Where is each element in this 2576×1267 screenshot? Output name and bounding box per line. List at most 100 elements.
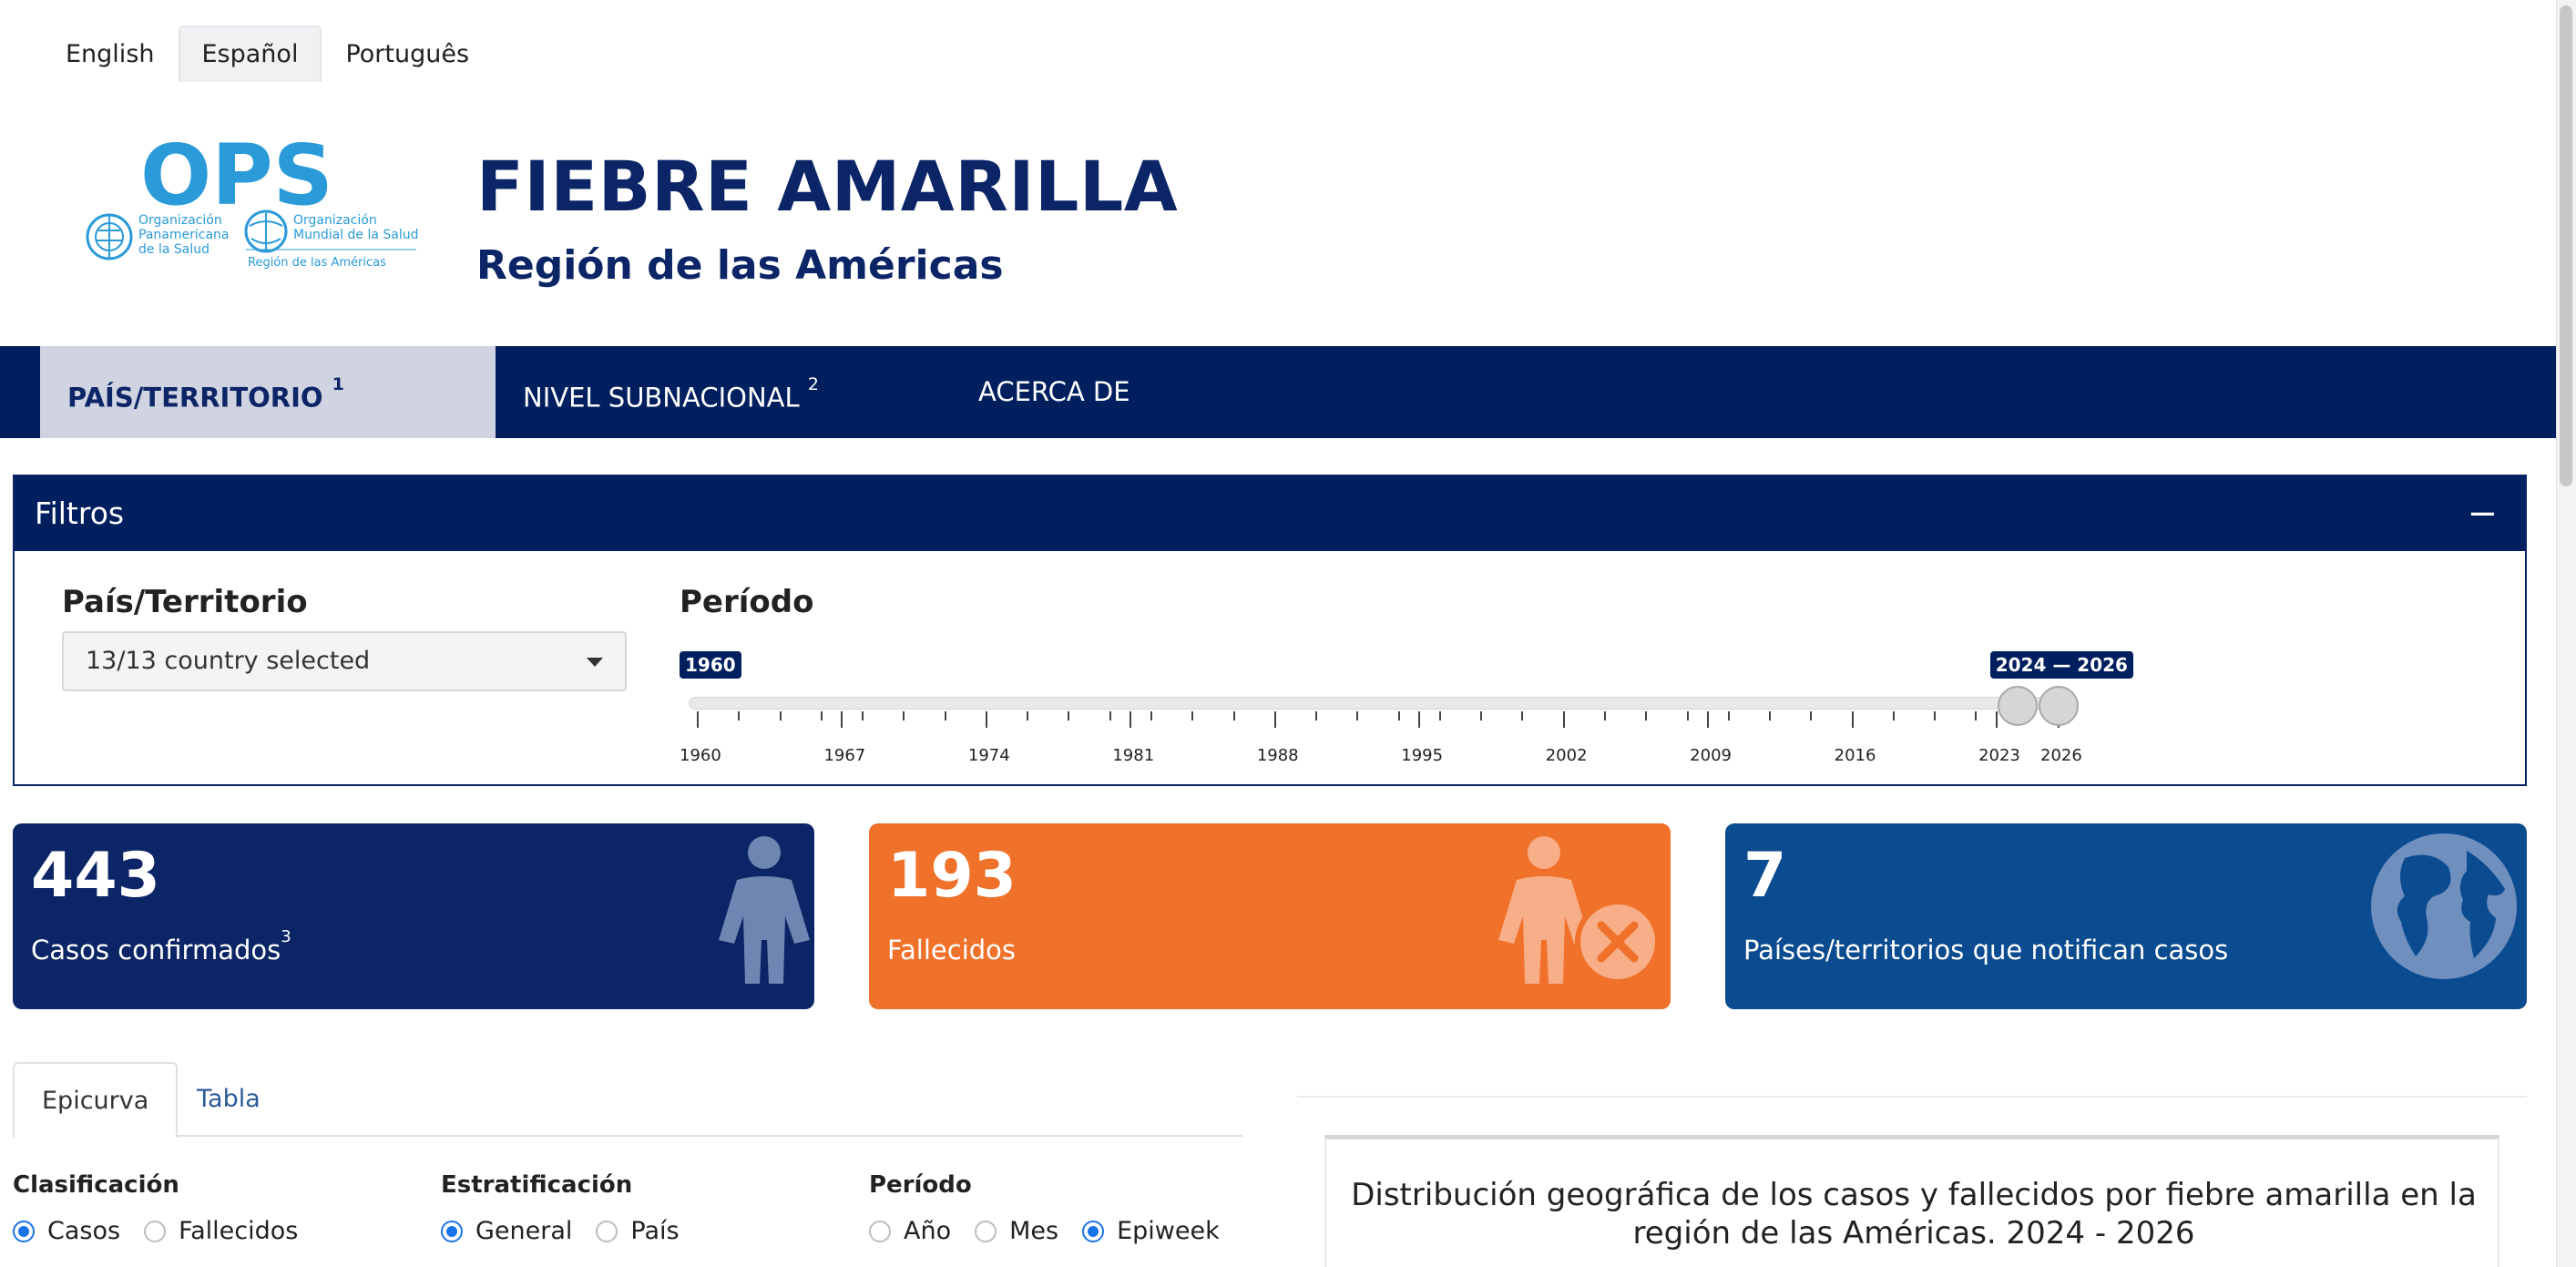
- radio-general-label: General: [475, 1217, 573, 1245]
- radio-fallecidos[interactable]: Fallecidos: [144, 1217, 298, 1245]
- language-tabs: English Español Português: [42, 26, 493, 84]
- tab-tabla[interactable]: Tabla: [169, 1062, 288, 1139]
- who-emblem-icon: [244, 209, 288, 253]
- minus-icon[interactable]: −: [2467, 476, 2498, 551]
- lang-portugues[interactable]: Português: [322, 26, 493, 82]
- kpi-casos-value: 443: [31, 840, 160, 912]
- radio-pais-label: País: [630, 1217, 680, 1245]
- map-title: Distribución geográfica de los casos y f…: [1326, 1176, 2501, 1252]
- scrollbar-thumb[interactable]: [2560, 5, 2572, 486]
- slider-minor-tick: [1521, 711, 1524, 720]
- radio-ano[interactable]: Año: [869, 1217, 951, 1245]
- slider-minor-tick: [1068, 711, 1070, 720]
- slider-major-tick: [697, 711, 699, 728]
- slider-minor-tick: [1810, 711, 1813, 720]
- lang-english[interactable]: English: [42, 26, 179, 82]
- kpi-casos-caption: Casos confirmados3: [31, 927, 291, 966]
- slider-track[interactable]: [689, 697, 2060, 710]
- slider-tick-label: 1960: [680, 746, 721, 765]
- slider-minor-tick: [944, 711, 946, 720]
- slider-major-tick: [841, 711, 843, 728]
- tab-nivel-subnacional[interactable]: NIVEL SUBNACIONAL 2: [496, 346, 933, 438]
- filters-title: Filtros: [35, 496, 125, 531]
- radio-epiweek-dot[interactable]: [1082, 1220, 1105, 1242]
- slider-minor-tick: [1727, 711, 1730, 720]
- radio-mes-dot[interactable]: [975, 1220, 997, 1242]
- slider-minor-tick: [1934, 711, 1937, 720]
- logo-org2-line2: Mundial de la Salud: [293, 228, 419, 242]
- ops-logo: OPS Organización Panamericana de la Salu…: [86, 128, 419, 270]
- periodo-label: Período: [869, 1171, 972, 1199]
- periodo-radio-group: Año Mes Epiweek: [869, 1217, 1243, 1245]
- radio-mes[interactable]: Mes: [975, 1217, 1058, 1245]
- radio-general[interactable]: General: [441, 1217, 572, 1245]
- slider-tick-label: 1995: [1401, 746, 1444, 765]
- map-panel: Distribución geográfica de los casos y f…: [1324, 1135, 2499, 1267]
- main-nav: PAÍS/TERRITORIO 1 NIVEL SUBNACIONAL 2 AC…: [0, 346, 2556, 438]
- logo-region: Región de las Américas: [248, 256, 386, 270]
- slider-tick-label: 1988: [1256, 746, 1299, 765]
- radio-fallecidos-dot[interactable]: [144, 1220, 167, 1242]
- view-tabs: Epicurva Tabla: [13, 1062, 1242, 1139]
- tab-pais-territorio[interactable]: PAÍS/TERRITORIO 1: [40, 346, 496, 438]
- radio-general-dot[interactable]: [441, 1220, 463, 1242]
- slider-minor-tick: [820, 711, 823, 720]
- slider-minor-tick: [1109, 711, 1111, 720]
- slider-major-tick: [1130, 711, 1132, 728]
- map-title-line1: Distribución geográfica de los casos y f…: [1351, 1177, 2477, 1213]
- slider-handle-to[interactable]: [2039, 686, 2079, 726]
- slider-tick-label: 2016: [1834, 746, 1876, 765]
- slider-tick-label: 2002: [1545, 746, 1588, 765]
- slider-tick-label: 1967: [823, 746, 866, 765]
- tab-acerca-de[interactable]: ACERCA DE: [951, 346, 1224, 438]
- clasificacion-radio-group: Casos Fallecidos: [13, 1217, 322, 1245]
- radio-pais-dot[interactable]: [596, 1220, 618, 1242]
- slider-min-chip: 1960: [680, 651, 741, 679]
- slider-minor-tick: [1027, 711, 1029, 720]
- radio-casos-dot[interactable]: [13, 1220, 35, 1242]
- period-slider[interactable]: 1960 2024 — 2026 1960 1967 1974 1981 1988 199…: [680, 631, 2137, 768]
- kpi-paises-value: 7: [1743, 840, 1787, 912]
- slider-major-tick: [1273, 711, 1276, 728]
- map-title-line2: región de las Américas. 2024 - 2026: [1632, 1215, 2195, 1252]
- country-select[interactable]: 13/13 country selected: [62, 631, 627, 691]
- tab-pais-territorio-sup: 1: [332, 374, 344, 394]
- radio-ano-label: Año: [904, 1217, 952, 1245]
- slider-minor-tick: [903, 711, 905, 720]
- estratificacion-label: Estratificación: [441, 1171, 633, 1199]
- filters-header[interactable]: Filtros −: [15, 476, 2525, 551]
- right-divider: [1297, 1096, 2527, 1098]
- slider-minor-tick: [1769, 711, 1772, 720]
- tab-epicurva[interactable]: Epicurva: [13, 1062, 179, 1139]
- logo-org2-line1: Organización: [293, 213, 377, 228]
- slider-minor-tick: [1892, 711, 1895, 720]
- kpi-fallecidos-value: 193: [887, 840, 1017, 912]
- country-select-value: 13/13 country selected: [86, 647, 371, 675]
- slider-minor-tick: [1191, 711, 1194, 720]
- radio-pais[interactable]: País: [596, 1217, 680, 1245]
- slider-minor-tick: [779, 711, 782, 720]
- kpi-casos-sup: 3: [281, 927, 291, 947]
- radio-ano-dot[interactable]: [869, 1220, 891, 1242]
- slider-handle-from[interactable]: [1997, 686, 2038, 726]
- logo-acronym: OPS: [140, 128, 333, 224]
- radio-casos[interactable]: Casos: [13, 1217, 120, 1245]
- slider-tick-label: 2009: [1690, 746, 1732, 765]
- page: English Español Português OPS Organizaci…: [0, 0, 2576, 1267]
- slider-tick-label: 2026: [2040, 746, 2082, 765]
- radio-epiweek[interactable]: Epiweek: [1082, 1217, 1220, 1245]
- kpi-fallecidos-caption: Fallecidos: [887, 935, 1017, 966]
- logo-org1-line3: de la Salud: [138, 242, 210, 257]
- lang-espanol[interactable]: Español: [178, 26, 322, 82]
- person-icon: [719, 836, 810, 984]
- slider-minor-tick: [862, 711, 864, 720]
- kpi-paises-territorios: 7 Países/territorios que notifican casos: [1725, 823, 2527, 1009]
- clasificacion-label: Clasificación: [13, 1171, 179, 1199]
- tab-pais-territorio-label: PAÍS/TERRITORIO: [67, 382, 323, 414]
- slider-major-tick: [1418, 711, 1421, 728]
- kpi-fallecidos: 193 Fallecidos: [869, 823, 1671, 1009]
- page-title: FIEBRE AMARILLA: [476, 146, 1179, 227]
- slider-ticks: [680, 711, 2137, 730]
- slider-major-tick: [1707, 711, 1710, 728]
- globe-icon: [2371, 833, 2517, 979]
